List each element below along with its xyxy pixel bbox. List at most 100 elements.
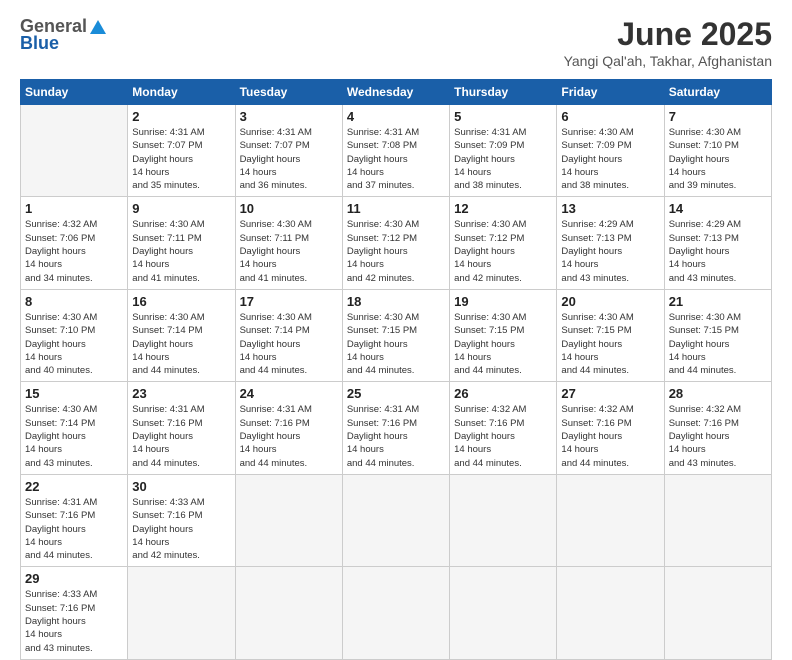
- calendar-cell: 22 Sunrise: 4:31 AM Sunset: 7:16 PM Dayl…: [21, 474, 128, 566]
- calendar-cell: [557, 474, 664, 566]
- day-number: 27: [561, 386, 659, 401]
- calendar-cell: [342, 567, 449, 659]
- day-number: 1: [25, 201, 123, 216]
- header: General Blue June 2025 Yangi Qal'ah, Tak…: [20, 16, 772, 69]
- calendar-cell: 12 Sunrise: 4:30 AM Sunset: 7:12 PM Dayl…: [450, 197, 557, 289]
- day-number: 9: [132, 201, 230, 216]
- calendar-cell: 18 Sunrise: 4:30 AM Sunset: 7:15 PM Dayl…: [342, 289, 449, 381]
- logo-triangle-icon: [89, 18, 107, 36]
- calendar-week-row: 15 Sunrise: 4:30 AM Sunset: 7:14 PM Dayl…: [21, 382, 772, 474]
- day-info: Sunrise: 4:32 AM Sunset: 7:16 PM Dayligh…: [669, 403, 767, 469]
- day-number: 6: [561, 109, 659, 124]
- day-number: 18: [347, 294, 445, 309]
- day-number: 11: [347, 201, 445, 216]
- day-info: Sunrise: 4:31 AM Sunset: 7:16 PM Dayligh…: [25, 496, 123, 562]
- logo: General Blue: [20, 16, 107, 54]
- day-number: 22: [25, 479, 123, 494]
- day-info: Sunrise: 4:31 AM Sunset: 7:09 PM Dayligh…: [454, 126, 552, 192]
- day-number: 24: [240, 386, 338, 401]
- calendar-header-row: Sunday Monday Tuesday Wednesday Thursday…: [21, 80, 772, 105]
- day-info: Sunrise: 4:30 AM Sunset: 7:14 PM Dayligh…: [132, 311, 230, 377]
- calendar-cell: 23 Sunrise: 4:31 AM Sunset: 7:16 PM Dayl…: [128, 382, 235, 474]
- calendar-cell: [235, 567, 342, 659]
- header-friday: Friday: [557, 80, 664, 105]
- calendar-cell: [450, 567, 557, 659]
- calendar-cell: 15 Sunrise: 4:30 AM Sunset: 7:14 PM Dayl…: [21, 382, 128, 474]
- day-number: 14: [669, 201, 767, 216]
- day-number: 12: [454, 201, 552, 216]
- day-info: Sunrise: 4:33 AM Sunset: 7:16 PM Dayligh…: [132, 496, 230, 562]
- day-number: 8: [25, 294, 123, 309]
- day-number: 17: [240, 294, 338, 309]
- day-number: 4: [347, 109, 445, 124]
- day-number: 23: [132, 386, 230, 401]
- day-info: Sunrise: 4:32 AM Sunset: 7:16 PM Dayligh…: [561, 403, 659, 469]
- calendar-week-row: 8 Sunrise: 4:30 AM Sunset: 7:10 PM Dayli…: [21, 289, 772, 381]
- day-number: 26: [454, 386, 552, 401]
- day-info: Sunrise: 4:31 AM Sunset: 7:16 PM Dayligh…: [132, 403, 230, 469]
- calendar-cell: 3 Sunrise: 4:31 AM Sunset: 7:07 PM Dayli…: [235, 105, 342, 197]
- calendar-cell: [664, 567, 771, 659]
- day-info: Sunrise: 4:30 AM Sunset: 7:15 PM Dayligh…: [561, 311, 659, 377]
- calendar-week-row: 1 Sunrise: 4:32 AM Sunset: 7:06 PM Dayli…: [21, 197, 772, 289]
- calendar-cell: 21 Sunrise: 4:30 AM Sunset: 7:15 PM Dayl…: [664, 289, 771, 381]
- calendar-week-row: 2 Sunrise: 4:31 AM Sunset: 7:07 PM Dayli…: [21, 105, 772, 197]
- calendar-week-row: 29 Sunrise: 4:33 AM Sunset: 7:16 PM Dayl…: [21, 567, 772, 659]
- day-info: Sunrise: 4:30 AM Sunset: 7:10 PM Dayligh…: [25, 311, 123, 377]
- day-number: 13: [561, 201, 659, 216]
- day-number: 2: [132, 109, 230, 124]
- day-number: 21: [669, 294, 767, 309]
- calendar-cell: 17 Sunrise: 4:30 AM Sunset: 7:14 PM Dayl…: [235, 289, 342, 381]
- calendar-cell: 9 Sunrise: 4:30 AM Sunset: 7:11 PM Dayli…: [128, 197, 235, 289]
- day-number: 30: [132, 479, 230, 494]
- calendar-cell: 30 Sunrise: 4:33 AM Sunset: 7:16 PM Dayl…: [128, 474, 235, 566]
- calendar-cell: [664, 474, 771, 566]
- calendar-cell: 2 Sunrise: 4:31 AM Sunset: 7:07 PM Dayli…: [128, 105, 235, 197]
- day-info: Sunrise: 4:32 AM Sunset: 7:16 PM Dayligh…: [454, 403, 552, 469]
- day-info: Sunrise: 4:31 AM Sunset: 7:07 PM Dayligh…: [240, 126, 338, 192]
- main-title: June 2025: [564, 16, 772, 53]
- day-info: Sunrise: 4:31 AM Sunset: 7:16 PM Dayligh…: [347, 403, 445, 469]
- day-info: Sunrise: 4:30 AM Sunset: 7:11 PM Dayligh…: [240, 218, 338, 284]
- day-number: 20: [561, 294, 659, 309]
- calendar-cell: [450, 474, 557, 566]
- day-number: 28: [669, 386, 767, 401]
- calendar-cell: 24 Sunrise: 4:31 AM Sunset: 7:16 PM Dayl…: [235, 382, 342, 474]
- calendar-cell: 26 Sunrise: 4:32 AM Sunset: 7:16 PM Dayl…: [450, 382, 557, 474]
- calendar-cell: 28 Sunrise: 4:32 AM Sunset: 7:16 PM Dayl…: [664, 382, 771, 474]
- calendar-cell: 1 Sunrise: 4:32 AM Sunset: 7:06 PM Dayli…: [21, 197, 128, 289]
- calendar-cell: 6 Sunrise: 4:30 AM Sunset: 7:09 PM Dayli…: [557, 105, 664, 197]
- day-info: Sunrise: 4:29 AM Sunset: 7:13 PM Dayligh…: [669, 218, 767, 284]
- title-section: June 2025 Yangi Qal'ah, Takhar, Afghanis…: [564, 16, 772, 69]
- calendar-cell: 4 Sunrise: 4:31 AM Sunset: 7:08 PM Dayli…: [342, 105, 449, 197]
- calendar-cell: 13 Sunrise: 4:29 AM Sunset: 7:13 PM Dayl…: [557, 197, 664, 289]
- calendar-cell: 16 Sunrise: 4:30 AM Sunset: 7:14 PM Dayl…: [128, 289, 235, 381]
- day-info: Sunrise: 4:30 AM Sunset: 7:10 PM Dayligh…: [669, 126, 767, 192]
- day-number: 29: [25, 571, 123, 586]
- day-number: 16: [132, 294, 230, 309]
- calendar-cell: 8 Sunrise: 4:30 AM Sunset: 7:10 PM Dayli…: [21, 289, 128, 381]
- calendar-cell: [235, 474, 342, 566]
- day-info: Sunrise: 4:30 AM Sunset: 7:15 PM Dayligh…: [347, 311, 445, 377]
- calendar-cell: [21, 105, 128, 197]
- logo-blue: Blue: [20, 33, 59, 54]
- calendar-cell: 10 Sunrise: 4:30 AM Sunset: 7:11 PM Dayl…: [235, 197, 342, 289]
- day-number: 7: [669, 109, 767, 124]
- calendar-week-row: 22 Sunrise: 4:31 AM Sunset: 7:16 PM Dayl…: [21, 474, 772, 566]
- header-saturday: Saturday: [664, 80, 771, 105]
- day-info: Sunrise: 4:32 AM Sunset: 7:06 PM Dayligh…: [25, 218, 123, 284]
- day-info: Sunrise: 4:30 AM Sunset: 7:12 PM Dayligh…: [347, 218, 445, 284]
- day-info: Sunrise: 4:30 AM Sunset: 7:11 PM Dayligh…: [132, 218, 230, 284]
- calendar-cell: [128, 567, 235, 659]
- calendar-cell: 5 Sunrise: 4:31 AM Sunset: 7:09 PM Dayli…: [450, 105, 557, 197]
- day-number: 25: [347, 386, 445, 401]
- page: General Blue June 2025 Yangi Qal'ah, Tak…: [0, 0, 792, 612]
- calendar-cell: 27 Sunrise: 4:32 AM Sunset: 7:16 PM Dayl…: [557, 382, 664, 474]
- day-info: Sunrise: 4:30 AM Sunset: 7:15 PM Dayligh…: [669, 311, 767, 377]
- day-info: Sunrise: 4:33 AM Sunset: 7:16 PM Dayligh…: [25, 588, 123, 654]
- day-number: 5: [454, 109, 552, 124]
- calendar-cell: [557, 567, 664, 659]
- calendar-cell: 25 Sunrise: 4:31 AM Sunset: 7:16 PM Dayl…: [342, 382, 449, 474]
- day-info: Sunrise: 4:30 AM Sunset: 7:09 PM Dayligh…: [561, 126, 659, 192]
- day-info: Sunrise: 4:30 AM Sunset: 7:14 PM Dayligh…: [25, 403, 123, 469]
